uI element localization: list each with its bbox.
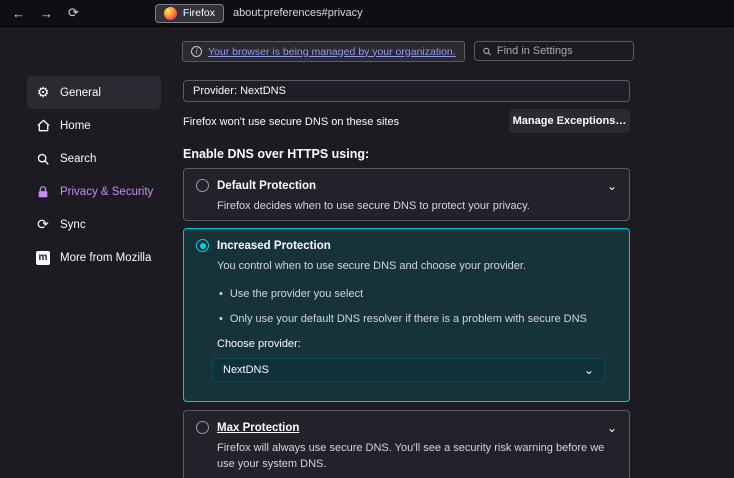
dns-settings-panel: Provider: NextDNS Firefox won't use secu… [183, 27, 630, 478]
home-icon [35, 118, 51, 134]
current-provider-box: Provider: NextDNS [183, 80, 630, 102]
sidebar-item-label: General [60, 87, 101, 99]
sync-icon: ⟳ [35, 217, 51, 233]
increased-protection-radio[interactable] [196, 239, 209, 252]
sidebar-item-more-from-mozilla[interactable]: m More from Mozilla [27, 241, 161, 274]
default-protection-radio[interactable] [196, 179, 209, 192]
default-protection-description: Firefox decides when to use secure DNS t… [217, 199, 617, 215]
sidebar-item-label: Search [60, 153, 96, 165]
exceptions-description: Firefox won't use secure DNS on these si… [183, 116, 399, 128]
back-icon[interactable]: ← [12, 6, 25, 21]
gear-icon: ⚙ [35, 85, 51, 101]
sidebar-item-home[interactable]: Home [27, 109, 161, 142]
sidebar-item-general[interactable]: ⚙ General [27, 76, 161, 109]
bullet-text: Use the provider you select [230, 288, 363, 300]
chevron-down-icon[interactable]: ⌄ [607, 182, 617, 190]
browser-tab[interactable]: Firefox [155, 4, 224, 23]
reload-icon[interactable]: ⟳ [68, 5, 79, 21]
increased-protection-bullets: • Use the provider you select • Only use… [219, 288, 617, 325]
max-protection-description: Firefox will always use secure DNS. You'… [217, 441, 617, 473]
bullet-icon: • [219, 288, 223, 300]
nav-buttons: ← → ⟳ [0, 5, 79, 21]
chevron-down-icon[interactable]: ⌄ [607, 424, 617, 432]
chevron-down-icon: ⌄ [584, 366, 594, 374]
max-protection-title[interactable]: Max Protection [217, 422, 299, 434]
provider-dropdown-value: NextDNS [223, 364, 269, 376]
choose-provider-label: Choose provider: [217, 338, 617, 350]
sidebar-item-label: Home [60, 120, 91, 132]
sidebar-item-label: Sync [60, 219, 86, 231]
firefox-logo-icon [164, 7, 177, 20]
increased-protection-description: You control when to use secure DNS and c… [217, 259, 617, 275]
sidebar-item-sync[interactable]: ⟳ Sync [27, 208, 161, 241]
browser-chrome: ← → ⟳ Firefox about:preferences#privacy [0, 0, 734, 27]
max-protection-radio[interactable] [196, 421, 209, 434]
search-icon [35, 151, 51, 167]
tab-title: Firefox [183, 7, 215, 19]
option-increased-protection: Increased Protection You control when to… [183, 228, 630, 402]
default-protection-title[interactable]: Default Protection [217, 180, 316, 192]
forward-icon[interactable]: → [40, 6, 53, 21]
list-item: • Use the provider you select [219, 288, 617, 300]
increased-protection-title[interactable]: Increased Protection [217, 240, 331, 252]
sidebar-item-label: More from Mozilla [60, 252, 151, 264]
sidebar-item-label: Privacy & Security [60, 186, 153, 198]
sidebar-item-search[interactable]: Search [27, 142, 161, 175]
category-sidebar: ⚙ General Home Search [27, 76, 161, 274]
url-bar[interactable]: about:preferences#privacy [233, 7, 363, 19]
option-default-protection: Default Protection ⌄ Firefox decides whe… [183, 168, 630, 221]
preferences-page: i Your browser is being managed by your … [0, 27, 734, 478]
lock-icon [35, 184, 51, 200]
dns-over-https-heading: Enable DNS over HTTPS using: [183, 147, 369, 161]
mozilla-icon: m [35, 250, 51, 266]
sidebar-item-privacy-security[interactable]: Privacy & Security [27, 175, 161, 208]
manage-exceptions-button[interactable]: Manage Exceptions… [509, 109, 630, 133]
current-provider-text: Provider: NextDNS [193, 85, 286, 97]
bullet-icon: • [219, 313, 223, 325]
list-item: • Only use your default DNS resolver if … [219, 313, 617, 325]
bullet-text: Only use your default DNS resolver if th… [230, 313, 587, 325]
option-max-protection: Max Protection ⌄ Firefox will always use… [183, 410, 630, 478]
provider-dropdown[interactable]: NextDNS ⌄ [212, 358, 605, 382]
